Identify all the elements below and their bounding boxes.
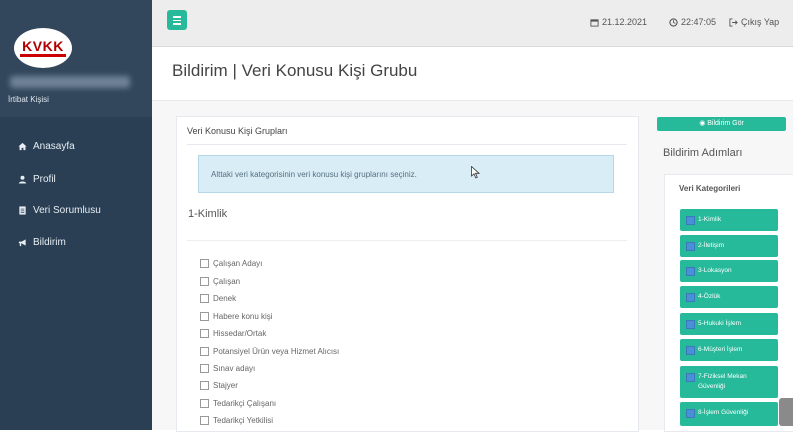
checkbox[interactable]: [200, 416, 209, 425]
panel-divider: [187, 144, 627, 145]
checkbox-option[interactable]: Çalışan Adayı: [200, 259, 262, 268]
step-label: 4-Özlük: [698, 293, 721, 300]
checked-box-icon: [686, 320, 695, 329]
checkbox-label: Çalışan: [213, 277, 241, 286]
checkbox[interactable]: [200, 364, 209, 373]
checked-box-icon: [686, 346, 695, 355]
checkbox-label: Sınav adayı: [213, 364, 256, 373]
sidebar-item-profil[interactable]: Profil: [18, 174, 56, 185]
mouse-cursor-icon: [471, 166, 480, 179]
panel-title: Veri Konusu Kişi Grupları: [187, 126, 288, 136]
sidebar-item-label: Veri Sorumlusu: [33, 205, 101, 216]
step-label: 5-Hukuki İşlem: [698, 320, 741, 327]
time-text: 22:47:05: [681, 17, 717, 27]
menu-bar: [173, 16, 181, 18]
checkbox[interactable]: [200, 259, 209, 268]
logo-text: KVKK: [22, 38, 64, 54]
sidebar-item-bildirim[interactable]: Bildirim: [18, 237, 66, 248]
step-label: 2-İletişim: [698, 242, 725, 249]
user-role: İrtibat Kişisi: [8, 95, 49, 104]
alert-text: Alttaki veri kategorisinin veri konusu k…: [211, 170, 417, 179]
checked-box-icon: [686, 293, 695, 302]
checkbox[interactable]: [200, 347, 209, 356]
sidebar-item-veri-sorumlusu[interactable]: Veri Sorumlusu: [18, 205, 101, 216]
menu-bar: [173, 19, 181, 21]
checked-box-icon: [686, 373, 695, 382]
checkbox-label: Denek: [213, 294, 237, 303]
checkbox-option[interactable]: Hissedar/Ortak: [200, 329, 266, 338]
header-date: 21.12.2021: [590, 17, 647, 27]
user-icon: [18, 175, 27, 184]
checkbox[interactable]: [200, 294, 209, 303]
checkbox-option[interactable]: Tedarikçi Yetkilisi: [200, 416, 273, 425]
step-label: 7-Fiziksel Mekan Güvenliği: [698, 373, 747, 390]
checkbox-option[interactable]: Sınav adayı: [200, 364, 255, 373]
step-item[interactable]: 8-İşlem Güvenliği: [680, 402, 778, 426]
checkbox[interactable]: [200, 381, 209, 390]
step-item[interactable]: 7-Fiziksel Mekan Güvenliği: [680, 366, 778, 398]
step-label: 8-İşlem Güvenliği: [698, 409, 749, 416]
show-button-label: Bildirim Gör: [707, 120, 744, 127]
clock-icon: [669, 17, 678, 27]
checkbox-label: Tedarikçi Çalışanı: [213, 399, 277, 408]
categories-title: Veri Kategorileri: [679, 184, 741, 193]
step-item[interactable]: 3-Lokasyon: [680, 260, 778, 282]
section-title: 1-Kimlik: [188, 208, 228, 220]
checkbox-label: Tedarikçi Yetkilisi: [213, 416, 274, 425]
logo-stripe: [20, 54, 66, 57]
checkbox-option[interactable]: Denek: [200, 294, 236, 303]
profile-area: KVKK İrtibat Kişisi: [0, 0, 152, 117]
checkbox[interactable]: [200, 312, 209, 321]
document-icon: [19, 206, 26, 215]
step-item[interactable]: 1-Kimlik: [680, 209, 778, 231]
checkbox-option[interactable]: Çalışan: [200, 277, 240, 286]
checkbox-label: Habere konu kişi: [213, 312, 273, 321]
checked-box-icon: [686, 409, 695, 418]
checkbox[interactable]: [200, 399, 209, 408]
menu-toggle-button[interactable]: [167, 10, 187, 30]
steps-title: Bildirim Adımları: [663, 147, 743, 159]
checkbox-option[interactable]: Stajyer: [200, 381, 238, 390]
logout-link[interactable]: Çıkış Yap: [729, 17, 779, 27]
show-notification-button[interactable]: ◉ Bildirim Gör: [657, 117, 786, 131]
sidebar-item-label: Profil: [33, 174, 56, 185]
step-item[interactable]: 5-Hukuki İşlem: [680, 313, 778, 335]
checkbox[interactable]: [200, 329, 209, 338]
eye-icon: ◉: [699, 120, 706, 127]
logout-label: Çıkış Yap: [741, 17, 780, 27]
home-icon: [18, 142, 27, 151]
date-text: 21.12.2021: [602, 17, 648, 27]
bullhorn-icon: [18, 239, 26, 247]
checkbox-option[interactable]: Potansiyel Ürün veya Hizmet Alıcısı: [200, 347, 339, 356]
calendar-icon: [590, 18, 599, 27]
checkbox-option[interactable]: Tedarikçi Çalışanı: [200, 399, 276, 408]
step-label: 6-Müşteri İşlem: [698, 346, 743, 353]
checkbox-label: Hissedar/Ortak: [213, 329, 267, 338]
kvkk-logo: KVKK: [14, 28, 72, 68]
checkbox-label: Çalışan Adayı: [213, 259, 263, 268]
checkbox-label: Potansiyel Ürün veya Hizmet Alıcısı: [213, 347, 340, 356]
sidebar-item-label: Anasayfa: [33, 141, 75, 152]
step-item[interactable]: 4-Özlük: [680, 286, 778, 308]
step-item[interactable]: 2-İletişim: [680, 235, 778, 257]
section-divider: [187, 240, 627, 241]
checkbox-option[interactable]: Habere konu kişi: [200, 312, 273, 321]
page-title: Bildirim | Veri Konusu Kişi Grubu: [172, 61, 418, 80]
checked-box-icon: [686, 216, 695, 225]
info-alert: Alttaki veri kategorisinin veri konusu k…: [198, 155, 614, 193]
sidebar-item-anasayfa[interactable]: Anasayfa: [18, 141, 75, 152]
sidebar-item-label: Bildirim: [33, 237, 66, 248]
step-label: 1-Kimlik: [698, 216, 722, 223]
checked-box-icon: [686, 242, 695, 251]
checked-box-icon: [686, 267, 695, 276]
checkbox[interactable]: [200, 277, 209, 286]
sign-out-icon: [729, 17, 738, 27]
menu-bar: [173, 23, 181, 25]
scroll-handle[interactable]: [779, 398, 793, 426]
blurred-user-name: [10, 76, 130, 88]
step-label: 3-Lokasyon: [698, 267, 732, 274]
header-time: 22:47:05: [669, 17, 716, 27]
checkbox-label: Stajyer: [213, 381, 238, 390]
step-item[interactable]: 6-Müşteri İşlem: [680, 339, 778, 361]
